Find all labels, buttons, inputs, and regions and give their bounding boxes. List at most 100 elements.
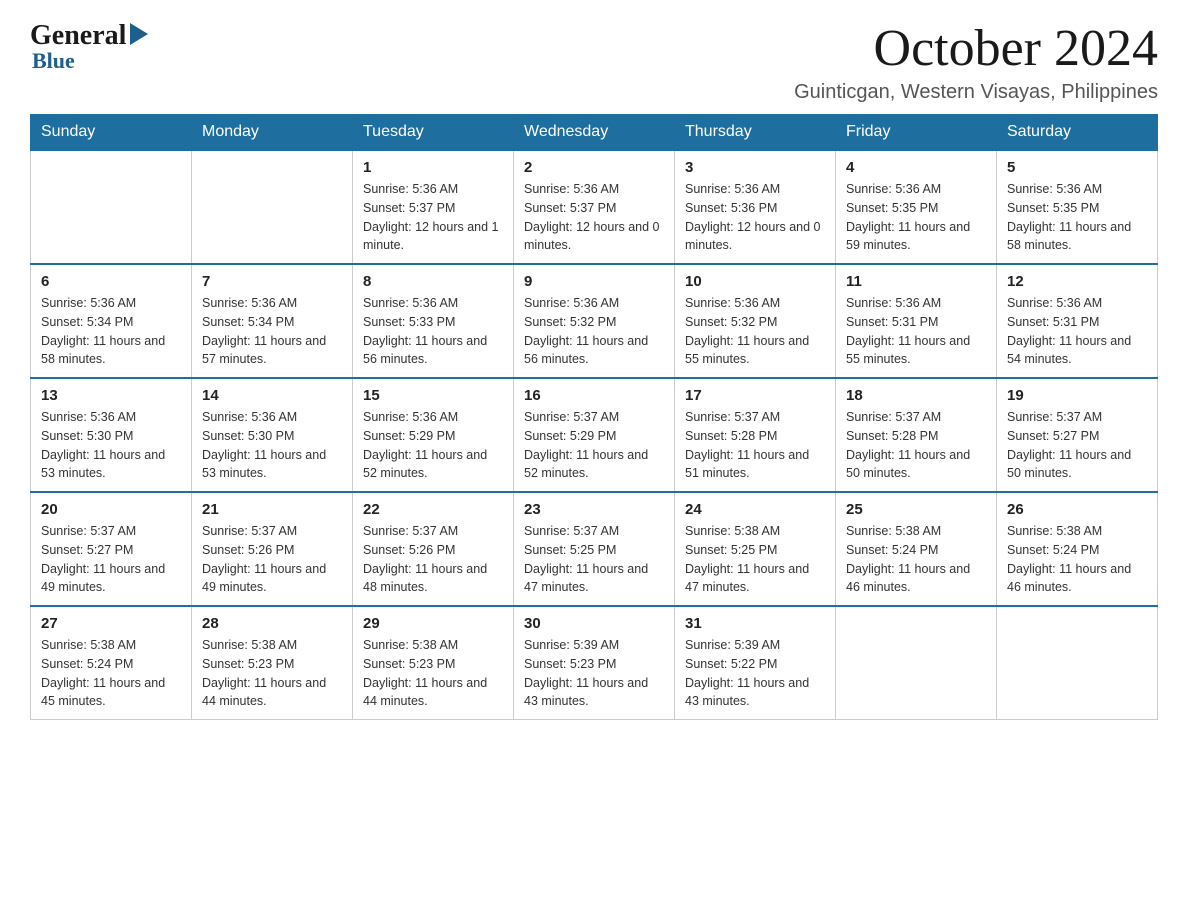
calendar-week-row: 1 Sunrise: 5:36 AM Sunset: 5:37 PM Daylig… bbox=[31, 150, 1158, 264]
calendar-day-cell: 3 Sunrise: 5:36 AM Sunset: 5:36 PM Daylig… bbox=[675, 150, 836, 264]
calendar-day-cell: 19Sunrise: 5:37 AM Sunset: 5:27 PM Dayli… bbox=[997, 378, 1158, 492]
day-info: Sunrise: 5:38 AM Sunset: 5:23 PM Dayligh… bbox=[202, 636, 342, 711]
day-info: Sunrise: 5:36 AM Sunset: 5:30 PM Dayligh… bbox=[41, 408, 181, 483]
calendar-day-cell: 18Sunrise: 5:37 AM Sunset: 5:28 PM Dayli… bbox=[836, 378, 997, 492]
day-info: Sunrise: 5:37 AM Sunset: 5:28 PM Dayligh… bbox=[685, 408, 825, 483]
day-number: 26 bbox=[1007, 501, 1147, 518]
day-number: 16 bbox=[524, 387, 664, 404]
calendar-week-row: 27 Sunrise: 5:38 AM Sunset: 5:24 PM Dayli… bbox=[31, 606, 1158, 720]
day-info: Sunrise: 5:39 AM Sunset: 5:22 PM Dayligh… bbox=[685, 636, 825, 711]
calendar-day-cell: 31Sunrise: 5:39 AM Sunset: 5:22 PM Dayli… bbox=[675, 606, 836, 720]
day-number: 3 bbox=[685, 159, 825, 176]
logo-flag-icon bbox=[130, 23, 148, 45]
day-number: 10 bbox=[685, 273, 825, 290]
calendar-day-cell: 13Sunrise: 5:36 AM Sunset: 5:30 PM Dayli… bbox=[31, 378, 192, 492]
calendar-day-cell: 20 Sunrise: 5:37 AM Sunset: 5:27 PM Dayli… bbox=[31, 492, 192, 606]
day-number: 14 bbox=[202, 387, 342, 404]
logo-blue-text: Blue bbox=[32, 48, 75, 74]
calendar-day-cell: 14 Sunrise: 5:36 AM Sunset: 5:30 PM Dayli… bbox=[192, 378, 353, 492]
day-number: 4 bbox=[846, 159, 986, 176]
day-number: 30 bbox=[524, 615, 664, 632]
day-number: 15 bbox=[363, 387, 503, 404]
calendar-table: Sunday Monday Tuesday Wednesday Thursday… bbox=[30, 114, 1158, 720]
header-thursday: Thursday bbox=[675, 115, 836, 151]
calendar-day-cell: 11Sunrise: 5:36 AM Sunset: 5:31 PM Dayli… bbox=[836, 264, 997, 378]
calendar-day-cell: 21 Sunrise: 5:37 AM Sunset: 5:26 PM Dayli… bbox=[192, 492, 353, 606]
calendar-header: Sunday Monday Tuesday Wednesday Thursday… bbox=[31, 115, 1158, 151]
day-number: 1 bbox=[363, 159, 503, 176]
day-info: Sunrise: 5:36 AM Sunset: 5:34 PM Dayligh… bbox=[41, 294, 181, 369]
calendar-day-cell: 27 Sunrise: 5:38 AM Sunset: 5:24 PM Dayli… bbox=[31, 606, 192, 720]
day-info: Sunrise: 5:37 AM Sunset: 5:27 PM Dayligh… bbox=[41, 522, 181, 597]
day-info: Sunrise: 5:36 AM Sunset: 5:33 PM Dayligh… bbox=[363, 294, 503, 369]
calendar-day-cell bbox=[192, 150, 353, 264]
day-number: 12 bbox=[1007, 273, 1147, 290]
day-info: Sunrise: 5:39 AM Sunset: 5:23 PM Dayligh… bbox=[524, 636, 664, 711]
calendar-day-cell: 10 Sunrise: 5:36 AM Sunset: 5:32 PM Dayli… bbox=[675, 264, 836, 378]
header-saturday: Saturday bbox=[997, 115, 1158, 151]
calendar-day-cell: 29 Sunrise: 5:38 AM Sunset: 5:23 PM Dayli… bbox=[353, 606, 514, 720]
month-year-title: October 2024 bbox=[794, 20, 1158, 77]
calendar-day-cell: 5 Sunrise: 5:36 AM Sunset: 5:35 PM Daylig… bbox=[997, 150, 1158, 264]
day-info: Sunrise: 5:38 AM Sunset: 5:25 PM Dayligh… bbox=[685, 522, 825, 597]
day-info: Sunrise: 5:37 AM Sunset: 5:26 PM Dayligh… bbox=[363, 522, 503, 597]
calendar-day-cell: 4Sunrise: 5:36 AM Sunset: 5:35 PM Daylig… bbox=[836, 150, 997, 264]
calendar-day-cell: 2Sunrise: 5:36 AM Sunset: 5:37 PM Daylig… bbox=[514, 150, 675, 264]
day-info: Sunrise: 5:38 AM Sunset: 5:24 PM Dayligh… bbox=[41, 636, 181, 711]
day-number: 2 bbox=[524, 159, 664, 176]
day-info: Sunrise: 5:36 AM Sunset: 5:32 PM Dayligh… bbox=[685, 294, 825, 369]
day-info: Sunrise: 5:36 AM Sunset: 5:29 PM Dayligh… bbox=[363, 408, 503, 483]
day-number: 25 bbox=[846, 501, 986, 518]
calendar-week-row: 13Sunrise: 5:36 AM Sunset: 5:30 PM Dayli… bbox=[31, 378, 1158, 492]
calendar-day-cell: 7 Sunrise: 5:36 AM Sunset: 5:34 PM Daylig… bbox=[192, 264, 353, 378]
day-info: Sunrise: 5:36 AM Sunset: 5:36 PM Dayligh… bbox=[685, 180, 825, 255]
calendar-day-cell bbox=[836, 606, 997, 720]
day-info: Sunrise: 5:38 AM Sunset: 5:23 PM Dayligh… bbox=[363, 636, 503, 711]
calendar-day-cell bbox=[997, 606, 1158, 720]
day-number: 7 bbox=[202, 273, 342, 290]
day-number: 27 bbox=[41, 615, 181, 632]
calendar-week-row: 6 Sunrise: 5:36 AM Sunset: 5:34 PM Daylig… bbox=[31, 264, 1158, 378]
day-info: Sunrise: 5:36 AM Sunset: 5:30 PM Dayligh… bbox=[202, 408, 342, 483]
day-number: 21 bbox=[202, 501, 342, 518]
header-tuesday: Tuesday bbox=[353, 115, 514, 151]
header-friday: Friday bbox=[836, 115, 997, 151]
day-info: Sunrise: 5:36 AM Sunset: 5:31 PM Dayligh… bbox=[1007, 294, 1147, 369]
title-area: October 2024 Guinticgan, Western Visayas… bbox=[794, 20, 1158, 104]
day-info: Sunrise: 5:37 AM Sunset: 5:27 PM Dayligh… bbox=[1007, 408, 1147, 483]
calendar-day-cell: 25 Sunrise: 5:38 AM Sunset: 5:24 PM Dayli… bbox=[836, 492, 997, 606]
day-info: Sunrise: 5:37 AM Sunset: 5:25 PM Dayligh… bbox=[524, 522, 664, 597]
day-number: 22 bbox=[363, 501, 503, 518]
calendar-day-cell: 22 Sunrise: 5:37 AM Sunset: 5:26 PM Dayli… bbox=[353, 492, 514, 606]
day-number: 17 bbox=[685, 387, 825, 404]
day-info: Sunrise: 5:37 AM Sunset: 5:28 PM Dayligh… bbox=[846, 408, 986, 483]
day-number: 29 bbox=[363, 615, 503, 632]
day-info: Sunrise: 5:38 AM Sunset: 5:24 PM Dayligh… bbox=[846, 522, 986, 597]
calendar-body: 1 Sunrise: 5:36 AM Sunset: 5:37 PM Daylig… bbox=[31, 150, 1158, 720]
location-subtitle: Guinticgan, Western Visayas, Philippines bbox=[794, 81, 1158, 104]
day-info: Sunrise: 5:36 AM Sunset: 5:37 PM Dayligh… bbox=[363, 180, 503, 255]
calendar-day-cell: 6 Sunrise: 5:36 AM Sunset: 5:34 PM Daylig… bbox=[31, 264, 192, 378]
calendar-day-cell: 28 Sunrise: 5:38 AM Sunset: 5:23 PM Dayli… bbox=[192, 606, 353, 720]
calendar-day-cell bbox=[31, 150, 192, 264]
day-number: 5 bbox=[1007, 159, 1147, 176]
day-info: Sunrise: 5:38 AM Sunset: 5:24 PM Dayligh… bbox=[1007, 522, 1147, 597]
day-number: 24 bbox=[685, 501, 825, 518]
weekday-header-row: Sunday Monday Tuesday Wednesday Thursday… bbox=[31, 115, 1158, 151]
day-info: Sunrise: 5:36 AM Sunset: 5:35 PM Dayligh… bbox=[1007, 180, 1147, 255]
header: General Blue October 2024 Guinticgan, We… bbox=[30, 20, 1158, 104]
day-number: 6 bbox=[41, 273, 181, 290]
calendar-day-cell: 1 Sunrise: 5:36 AM Sunset: 5:37 PM Daylig… bbox=[353, 150, 514, 264]
calendar-week-row: 20 Sunrise: 5:37 AM Sunset: 5:27 PM Dayli… bbox=[31, 492, 1158, 606]
calendar-day-cell: 23Sunrise: 5:37 AM Sunset: 5:25 PM Dayli… bbox=[514, 492, 675, 606]
day-info: Sunrise: 5:36 AM Sunset: 5:34 PM Dayligh… bbox=[202, 294, 342, 369]
day-info: Sunrise: 5:36 AM Sunset: 5:31 PM Dayligh… bbox=[846, 294, 986, 369]
calendar-day-cell: 9Sunrise: 5:36 AM Sunset: 5:32 PM Daylig… bbox=[514, 264, 675, 378]
day-info: Sunrise: 5:37 AM Sunset: 5:26 PM Dayligh… bbox=[202, 522, 342, 597]
calendar-day-cell: 16Sunrise: 5:37 AM Sunset: 5:29 PM Dayli… bbox=[514, 378, 675, 492]
day-number: 9 bbox=[524, 273, 664, 290]
calendar-day-cell: 17 Sunrise: 5:37 AM Sunset: 5:28 PM Dayli… bbox=[675, 378, 836, 492]
calendar-day-cell: 12 Sunrise: 5:36 AM Sunset: 5:31 PM Dayli… bbox=[997, 264, 1158, 378]
day-number: 20 bbox=[41, 501, 181, 518]
day-number: 28 bbox=[202, 615, 342, 632]
